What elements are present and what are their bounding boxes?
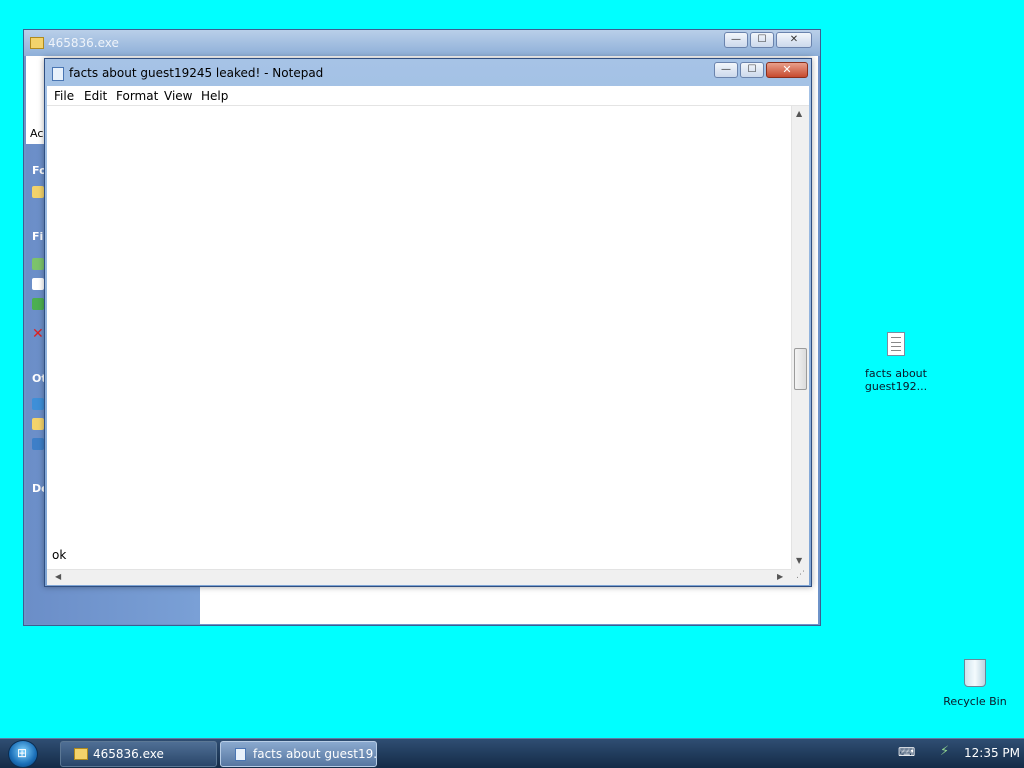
- grip-icon: ⋰: [796, 570, 805, 580]
- resize-grip[interactable]: ⋰: [791, 569, 809, 585]
- desktop-icon-label: Recycle Bin: [943, 695, 1007, 708]
- menu-bar: File Edit Format View Help: [47, 86, 809, 106]
- start-button[interactable]: ⊞: [8, 740, 38, 768]
- minimize-button[interactable]: —: [714, 62, 738, 78]
- explorer-minimize-button[interactable]: —: [724, 32, 748, 48]
- explorer-maximize-button[interactable]: ☐: [750, 32, 774, 48]
- explorer-status-area: [200, 590, 818, 624]
- taskbar-item-explorer[interactable]: 465836.exe: [60, 741, 217, 767]
- keyboard-icon[interactable]: ⌨: [898, 745, 915, 759]
- notepad-icon: [235, 748, 246, 761]
- vertical-scrollbar[interactable]: ▲ ▼: [791, 106, 809, 569]
- menu-file[interactable]: File: [54, 89, 74, 103]
- internet-icon[interactable]: [32, 398, 44, 410]
- text-document-icon: [887, 332, 905, 356]
- taskbar-item-label: facts about guest19...: [253, 747, 377, 761]
- network-icon[interactable]: [32, 438, 44, 450]
- scroll-down-icon[interactable]: ▼: [796, 556, 802, 565]
- explorer-titlebar[interactable]: 465836.exe — ☐ ✕: [24, 30, 820, 56]
- scroll-up-icon[interactable]: ▲: [796, 109, 802, 118]
- delete-icon[interactable]: ✕: [32, 327, 44, 341]
- recycle-bin-icon: [964, 659, 986, 687]
- taskbar-item-label: 465836.exe: [93, 747, 164, 761]
- menu-edit[interactable]: Edit: [84, 89, 107, 103]
- publish-icon[interactable]: [32, 298, 44, 310]
- explorer-title: 465836.exe: [48, 36, 119, 50]
- folder-icon[interactable]: [32, 186, 44, 198]
- menu-view[interactable]: View: [164, 89, 192, 103]
- document-text: ok: [52, 548, 67, 562]
- explorer-close-button[interactable]: ✕: [776, 32, 812, 48]
- menu-help[interactable]: Help: [201, 89, 228, 103]
- folder-icon[interactable]: [32, 418, 44, 430]
- scroll-right-icon[interactable]: ▶: [777, 572, 783, 581]
- notepad-icon: [52, 67, 64, 81]
- notepad-window[interactable]: facts about guest19245 leaked! - Notepad…: [44, 58, 812, 587]
- text-editor[interactable]: ok: [47, 106, 791, 569]
- desktop-icon-label: facts about guest192...: [864, 367, 928, 393]
- taskbar: ⊞ 465836.exe facts about guest19... ⌨ ⚡ …: [0, 738, 1024, 768]
- clock[interactable]: 12:35 PM: [964, 746, 1020, 760]
- folder-icon: [30, 37, 44, 49]
- scroll-left-icon[interactable]: ◀: [55, 572, 61, 581]
- windows-logo-icon: ⊞: [17, 746, 28, 760]
- network-icon[interactable]: ⚡: [940, 744, 949, 759]
- address-label: Ac: [30, 127, 44, 140]
- desktop-icon-text-file[interactable]: facts about guest192...: [856, 332, 936, 396]
- menu-format[interactable]: Format: [116, 89, 158, 103]
- maximize-button[interactable]: ☐: [740, 62, 764, 78]
- taskbar-item-notepad[interactable]: facts about guest19...: [220, 741, 377, 767]
- copy-icon[interactable]: [32, 278, 44, 290]
- close-button[interactable]: ✕: [766, 62, 808, 78]
- scrollbar-thumb[interactable]: [794, 348, 807, 390]
- desktop-icon-recycle-bin[interactable]: Recycle Bin: [935, 656, 1015, 710]
- horizontal-scrollbar[interactable]: ◀ ▶: [47, 569, 791, 585]
- notepad-title: facts about guest19245 leaked! - Notepad: [69, 66, 324, 80]
- folder-icon: [74, 748, 88, 760]
- rename-icon[interactable]: [32, 258, 44, 270]
